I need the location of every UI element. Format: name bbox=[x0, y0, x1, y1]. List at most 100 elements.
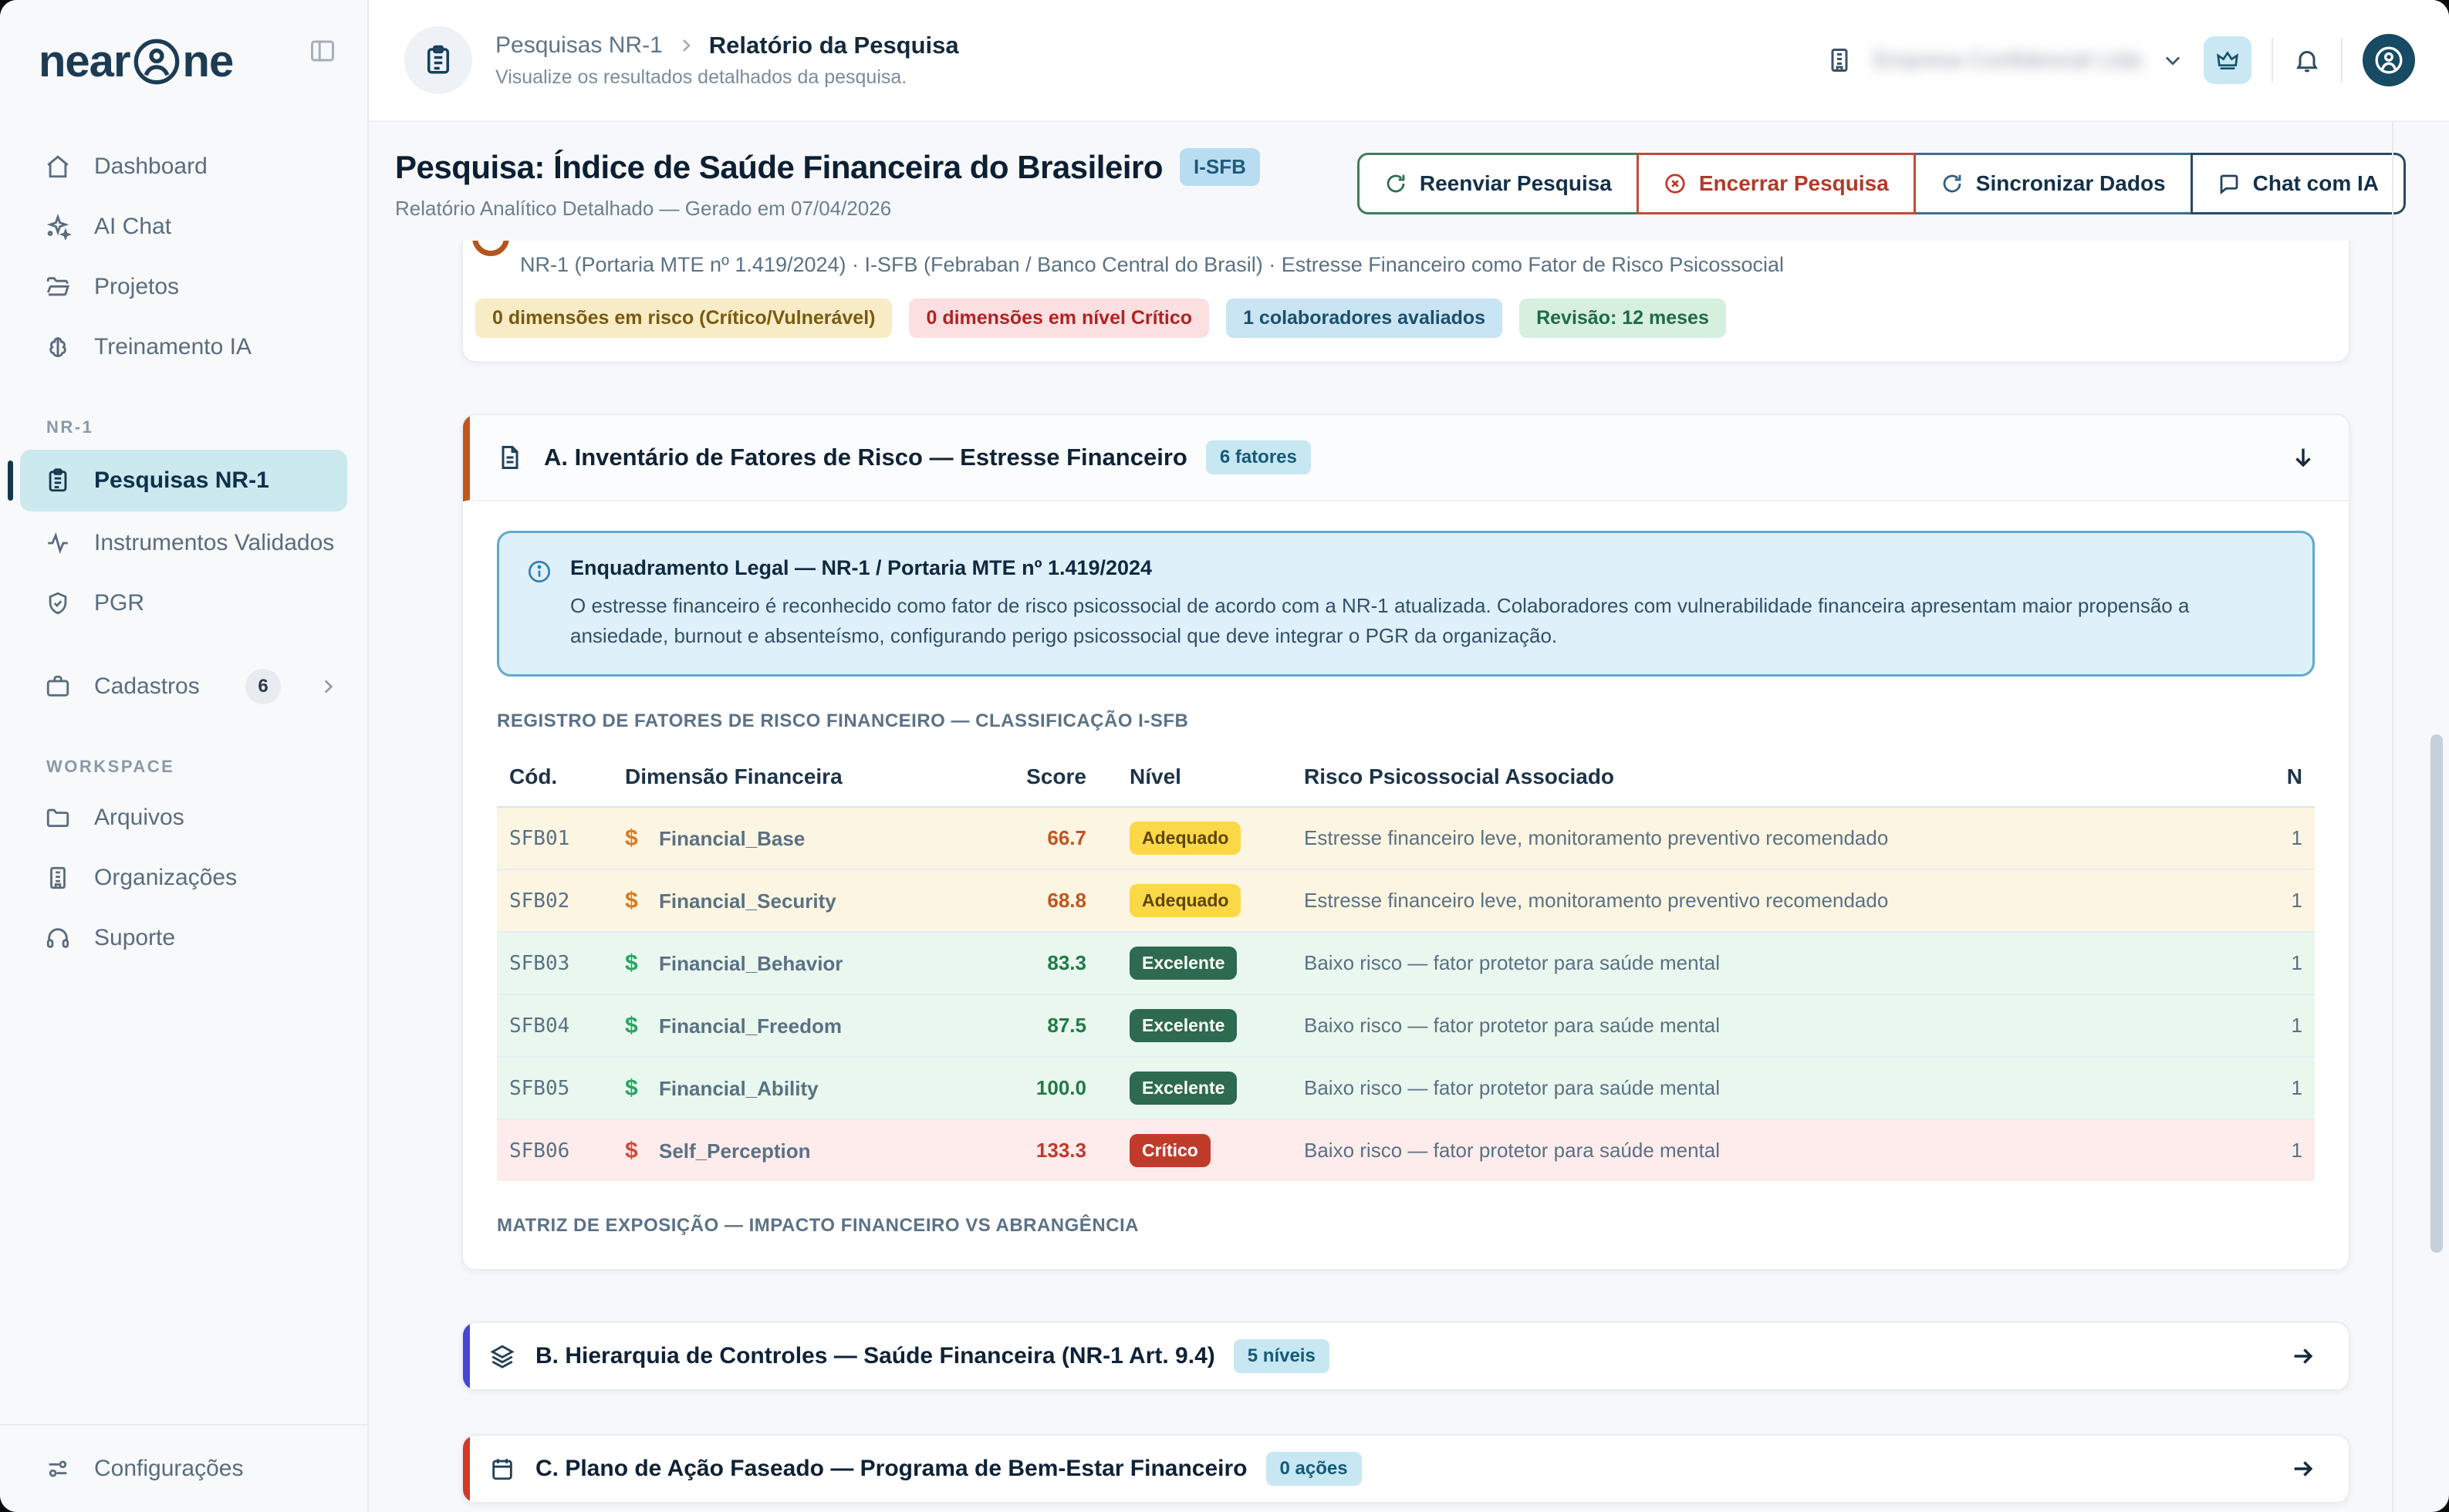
col-risco: Risco Psicossocial Associado bbox=[1292, 749, 2261, 807]
clipboard-icon bbox=[45, 467, 71, 494]
chat-com-ia-button[interactable]: Chat com IA bbox=[2191, 153, 2406, 214]
folder-open-icon bbox=[45, 274, 71, 300]
file-text-icon bbox=[496, 444, 524, 471]
sidebar-item-pgr[interactable]: PGR bbox=[0, 575, 367, 632]
summary-badges: 0 dimensões em risco (Crítico/Vulnerável… bbox=[475, 299, 2326, 338]
section-a-title: A. Inventário de Fatores de Risco — Estr… bbox=[544, 444, 1187, 471]
sidebar-collapse-icon[interactable] bbox=[309, 37, 336, 65]
sidebar-section-workspace: WORKSPACE bbox=[46, 757, 367, 777]
page-title: Pesquisa: Índice de Saúde Financeira do … bbox=[395, 149, 1163, 186]
activity-icon bbox=[45, 530, 71, 556]
sidebar-item-label: Suporte bbox=[94, 925, 175, 951]
sidebar-item-treinamento-ia[interactable]: Treinamento IA bbox=[0, 319, 367, 376]
evaluated-count-badge: 1 colaboradores avaliados bbox=[1226, 299, 1502, 338]
sidebar-item-label: Organizações bbox=[94, 865, 237, 891]
sidebar-item-arquivos[interactable]: Arquivos bbox=[0, 789, 367, 846]
divider bbox=[2341, 38, 2343, 83]
user-avatar-icon bbox=[2373, 45, 2404, 76]
main-area: Pesquisas NR-1 Relatório da Pesquisa Vis… bbox=[369, 0, 2449, 1512]
action-buttons: Reenviar Pesquisa Encerrar Pesquisa Sinc… bbox=[1357, 153, 2406, 214]
sidebar-item-label: Pesquisas NR-1 bbox=[94, 467, 269, 494]
sincronizar-dados-button[interactable]: Sincronizar Dados bbox=[1914, 153, 2193, 214]
arrow-right-icon bbox=[2290, 1456, 2316, 1482]
layers-icon bbox=[489, 1343, 515, 1369]
section-a-count-badge: 6 fatores bbox=[1206, 440, 1311, 474]
dollar-icon: $ bbox=[625, 888, 659, 914]
sidebar-item-cadastros[interactable]: Cadastros 6 bbox=[0, 658, 367, 715]
sidebar-item-projetos[interactable]: Projetos bbox=[0, 258, 367, 316]
sliders-icon bbox=[45, 1456, 71, 1482]
section-a-header[interactable]: A. Inventário de Fatores de Risco — Estr… bbox=[463, 415, 2349, 501]
report-meta-card: NR-1 (Portaria MTE nº 1.419/2024) · I-SF… bbox=[461, 241, 2350, 363]
briefcase-icon bbox=[45, 673, 71, 700]
cadastros-count-badge: 6 bbox=[245, 669, 281, 704]
risk-dimensions-badge: 0 dimensões em risco (Crítico/Vulnerável… bbox=[475, 299, 892, 338]
sidebar-item-ai-chat[interactable]: AI Chat bbox=[0, 198, 367, 255]
sidebar-item-suporte[interactable]: Suporte bbox=[0, 910, 367, 967]
encerrar-pesquisa-button[interactable]: Encerrar Pesquisa bbox=[1637, 153, 1916, 214]
level-badge: Crítico bbox=[1130, 1134, 1211, 1167]
sidebar-footer: Configurações bbox=[0, 1424, 367, 1512]
sidebar-item-label: PGR bbox=[94, 590, 144, 616]
col-cod: Cód. bbox=[497, 749, 613, 807]
sidebar-item-dashboard[interactable]: Dashboard bbox=[0, 138, 367, 195]
breadcrumb-subtitle: Visualize os resultados detalhados da pe… bbox=[495, 66, 959, 89]
section-b-count-badge: 5 níveis bbox=[1234, 1339, 1329, 1373]
org-selector-name[interactable]: Empresa Confidencial Ltda bbox=[1873, 48, 2142, 73]
arrow-right-icon bbox=[2290, 1343, 2316, 1369]
section-c-accent bbox=[463, 1436, 470, 1502]
page-icon-circle bbox=[404, 26, 472, 94]
level-badge: Excelente bbox=[1130, 1072, 1237, 1105]
table-row: SFB05 $Financial_Ability 100.0 Excelente… bbox=[497, 1057, 2315, 1119]
matrix-label: MATRIZ DE EXPOSIÇÃO — IMPACTO FINANCEIRO… bbox=[497, 1215, 2315, 1237]
col-score: Score bbox=[968, 749, 1099, 807]
section-c-card[interactable]: C. Plano de Ação Faseado — Programa de B… bbox=[461, 1434, 2350, 1504]
plan-button[interactable] bbox=[2204, 36, 2251, 84]
table-header-row: Cód. Dimensão Financeira Score Nível Ris… bbox=[497, 749, 2315, 807]
title-bar: Pesquisa: Índice de Saúde Financeira do … bbox=[369, 122, 2449, 241]
arrow-down-icon bbox=[2290, 444, 2316, 471]
table-row: SFB02 $Financial_Security 68.8 Adequado … bbox=[497, 869, 2315, 932]
sidebar-item-instrumentos-validados[interactable]: Instrumentos Validados bbox=[0, 515, 367, 572]
sidebar-item-label: Configurações bbox=[94, 1456, 243, 1482]
building-icon bbox=[45, 865, 71, 891]
legal-info-box: Enquadramento Legal — NR-1 / Portaria MT… bbox=[497, 531, 2315, 677]
table-row: SFB04 $Financial_Freedom 87.5 Excelente … bbox=[497, 994, 2315, 1057]
sparkles-icon bbox=[45, 214, 71, 240]
chevron-right-icon bbox=[318, 677, 338, 697]
title-block: Pesquisa: Índice de Saúde Financeira do … bbox=[395, 148, 1260, 221]
reenviar-pesquisa-button[interactable]: Reenviar Pesquisa bbox=[1357, 153, 1639, 214]
level-badge: Excelente bbox=[1130, 947, 1237, 980]
table-row: SFB01 $Financial_Base 66.7 Adequado Estr… bbox=[497, 807, 2315, 869]
framework-reference-line: NR-1 (Portaria MTE nº 1.419/2024) · I-SF… bbox=[520, 253, 2326, 277]
breadcrumb: Pesquisas NR-1 Relatório da Pesquisa Vis… bbox=[495, 32, 959, 89]
user-avatar[interactable] bbox=[2363, 34, 2415, 86]
dollar-icon: $ bbox=[625, 950, 659, 977]
topbar: Pesquisas NR-1 Relatório da Pesquisa Vis… bbox=[369, 0, 2449, 122]
brand-word-left: near bbox=[39, 35, 130, 87]
col-nivel: Nível bbox=[1099, 749, 1292, 807]
sidebar-item-label: Instrumentos Validados bbox=[94, 530, 334, 556]
table-row: SFB06 $Self_Perception 133.3 Crítico Bai… bbox=[497, 1119, 2315, 1181]
x-circle-icon bbox=[1664, 172, 1687, 195]
building-icon bbox=[1826, 46, 1853, 74]
review-cycle-badge: Revisão: 12 meses bbox=[1519, 299, 1726, 338]
bell-icon[interactable] bbox=[2293, 46, 2321, 74]
sidebar-item-organizacoes[interactable]: Organizações bbox=[0, 849, 367, 906]
sidebar-item-configuracoes[interactable]: Configurações bbox=[0, 1426, 367, 1512]
sidebar-item-pesquisas-nr1[interactable]: Pesquisas NR-1 bbox=[20, 450, 347, 511]
legal-body: O estresse financeiro é reconhecido como… bbox=[570, 591, 2252, 651]
sidebar-item-label: AI Chat bbox=[94, 214, 171, 240]
dollar-icon: $ bbox=[625, 825, 659, 852]
dollar-icon: $ bbox=[625, 1075, 659, 1102]
sidebar: near ne Dashboard AI Chat Projetos Trein… bbox=[0, 0, 369, 1512]
breadcrumb-current: Relatório da Pesquisa bbox=[709, 32, 959, 59]
section-b-card[interactable]: B. Hierarquia de Controles — Saúde Finan… bbox=[461, 1321, 2350, 1391]
chevron-down-icon[interactable] bbox=[2162, 49, 2184, 71]
brain-icon bbox=[45, 334, 71, 360]
divider bbox=[2272, 38, 2273, 83]
report-content: NR-1 (Portaria MTE nº 1.419/2024) · I-SF… bbox=[369, 241, 2449, 1512]
sidebar-item-label: Arquivos bbox=[94, 805, 184, 831]
breadcrumb-parent[interactable]: Pesquisas NR-1 bbox=[495, 32, 663, 59]
registry-label: REGISTRO DE FATORES DE RISCO FINANCEIRO … bbox=[497, 710, 2315, 732]
